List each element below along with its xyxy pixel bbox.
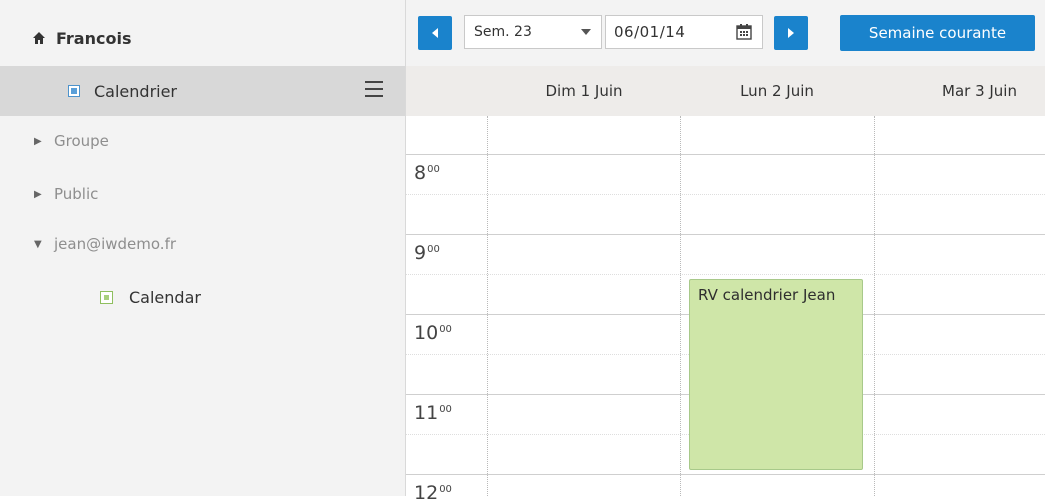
hour-label: 1100	[414, 402, 452, 424]
arrow-right-icon	[788, 28, 794, 38]
chevron-down-icon	[581, 29, 591, 35]
calendar-color-icon[interactable]	[100, 290, 113, 304]
hour-label: 1200	[414, 482, 452, 504]
caret-right-icon[interactable]: ▶	[34, 136, 42, 147]
day-header-mon[interactable]: Lun 2 Juin	[680, 66, 874, 116]
arrow-left-icon	[432, 28, 438, 38]
menu-icon[interactable]	[365, 81, 385, 99]
day-column-divider	[680, 116, 681, 496]
hour-label: 900	[414, 242, 440, 264]
sidebar-item-groupe[interactable]: ▶ Groupe	[0, 116, 405, 166]
date-field-value: 06/01/14	[614, 23, 686, 41]
calendar-label: Calendrier	[94, 81, 178, 101]
caret-right-icon[interactable]: ▶	[34, 189, 42, 200]
next-week-button[interactable]	[774, 16, 808, 50]
sidebar-item-jean[interactable]: ▼ jean@iwdemo.fr	[0, 219, 405, 269]
sidebar: Francois Calendrier ▶ Groupe ▶ Public ▼ …	[0, 0, 406, 496]
day-column-divider	[874, 116, 875, 496]
event-title: RV calendrier Jean	[698, 286, 836, 304]
hour-line	[406, 154, 1045, 155]
home-icon	[33, 32, 45, 44]
week-select-value: Sem. 23	[474, 24, 532, 40]
day-header-tue[interactable]: Mar 3 Juin	[874, 66, 1045, 116]
date-field[interactable]: 06/01/14	[605, 15, 763, 49]
previous-week-button[interactable]	[418, 16, 452, 50]
current-week-button[interactable]: Semaine courante	[840, 15, 1035, 51]
tree-label: Groupe	[54, 132, 109, 150]
half-hour-line	[406, 274, 1045, 275]
user-name: Francois	[56, 28, 132, 48]
hour-label: 800	[414, 162, 440, 184]
time-grid[interactable]: 800 900 1000 1100 1200 RV calendrier Jea…	[406, 116, 1045, 504]
tree-label: jean@iwdemo.fr	[54, 235, 177, 253]
half-hour-line	[406, 194, 1045, 195]
caret-down-icon[interactable]: ▼	[34, 239, 42, 250]
sidebar-item-calendar[interactable]: Calendar	[0, 272, 405, 322]
calendar-label: Calendar	[129, 287, 201, 307]
sidebar-item-public[interactable]: ▶ Public	[0, 169, 405, 219]
calendar-event[interactable]: RV calendrier Jean	[689, 279, 863, 470]
day-header-sun[interactable]: Dim 1 Juin	[488, 66, 680, 116]
hour-line	[406, 234, 1045, 235]
calendar-color-icon[interactable]	[68, 85, 80, 97]
toolbar: Sem. 23 06/01/14 Semaine courante	[406, 0, 1045, 66]
tree-label: Public	[54, 185, 99, 203]
week-select[interactable]: Sem. 23	[464, 15, 602, 49]
hour-line	[406, 474, 1045, 475]
time-gutter-divider	[487, 116, 488, 496]
day-header: Dim 1 Juin Lun 2 Juin Mar 3 Juin	[406, 66, 1045, 116]
calendar-icon[interactable]	[736, 24, 752, 40]
hour-label: 1000	[414, 322, 452, 344]
user-row[interactable]: Francois	[0, 10, 405, 66]
sidebar-item-calendrier[interactable]: Calendrier	[0, 66, 405, 116]
